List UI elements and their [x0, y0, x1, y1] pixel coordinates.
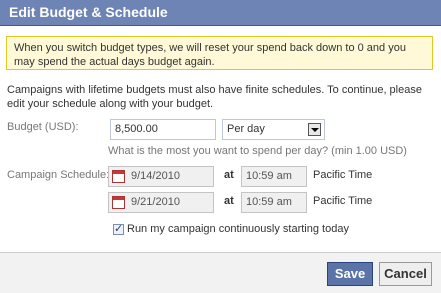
budget-amount-input[interactable]: 8,500.00: [110, 119, 216, 140]
end-time-field[interactable]: 10:59 am: [241, 192, 307, 213]
start-date-value: 9/14/2010: [131, 170, 180, 182]
start-at-label: at: [224, 169, 234, 181]
end-at-label: at: [224, 195, 234, 207]
start-timezone: Pacific Time: [313, 169, 373, 181]
calendar-icon[interactable]: [112, 170, 125, 183]
start-date-field[interactable]: 9/14/2010: [108, 166, 214, 187]
schedule-label: Campaign Schedule:: [7, 169, 110, 181]
warning-message: When you switch budget types, we will re…: [6, 36, 433, 70]
budget-label: Budget (USD):: [7, 121, 79, 133]
budget-type-value: Per day: [227, 123, 265, 135]
calendar-icon[interactable]: [112, 196, 125, 209]
continuous-checkbox[interactable]: [113, 222, 124, 235]
dropdown-arrow-icon[interactable]: [308, 123, 321, 136]
edit-budget-dialog: Edit Budget & Schedule When you switch b…: [0, 0, 441, 293]
end-timezone: Pacific Time: [313, 195, 373, 207]
start-time-field[interactable]: 10:59 am: [241, 166, 307, 187]
end-date-value: 9/21/2010: [131, 196, 180, 208]
dialog-footer: Save Cancel: [0, 252, 441, 293]
continuous-label[interactable]: Run my campaign continuously starting to…: [127, 223, 349, 235]
save-button[interactable]: Save: [327, 262, 373, 286]
cancel-button[interactable]: Cancel: [379, 262, 432, 286]
budget-type-select[interactable]: Per day: [222, 119, 325, 140]
end-date-field[interactable]: 9/21/2010: [108, 192, 214, 213]
budget-hint: What is the most you want to spend per d…: [108, 145, 407, 157]
dialog-title: Edit Budget & Schedule: [0, 0, 441, 26]
notice-text: Campaigns with lifetime budgets must als…: [7, 84, 422, 110]
